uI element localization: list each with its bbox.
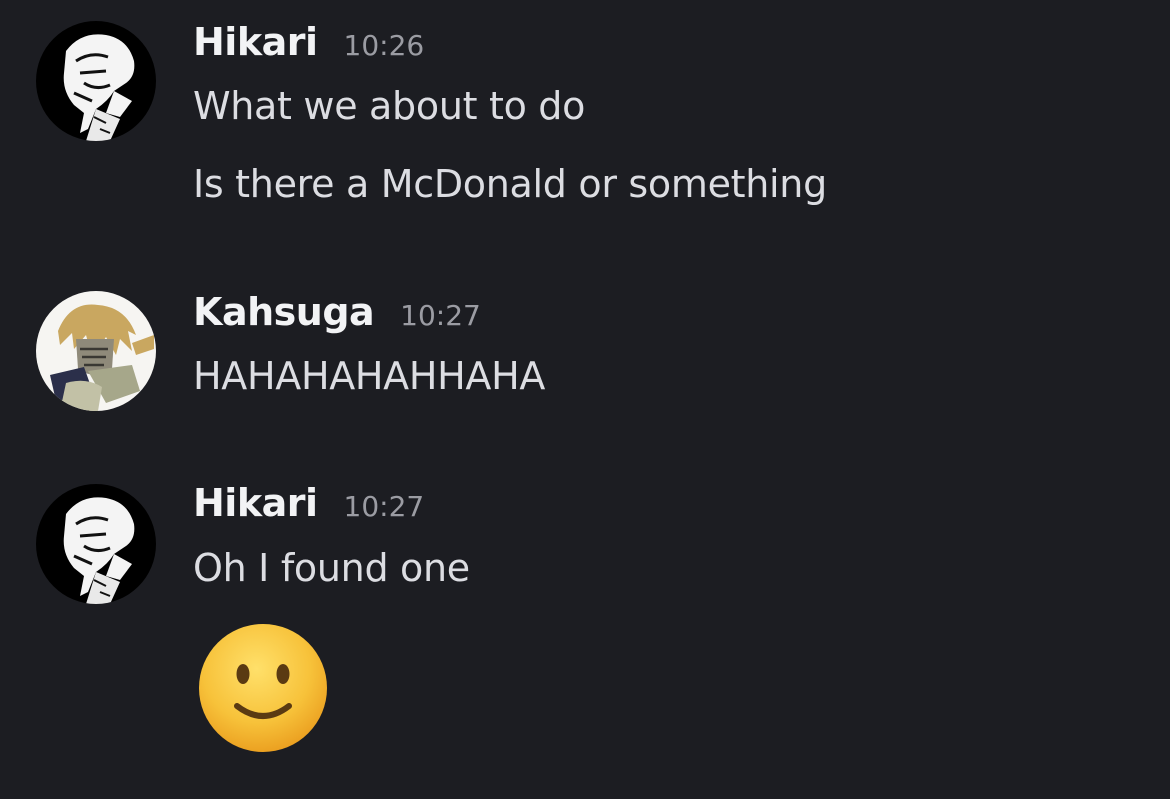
message-text: Is there a McDonald or something (193, 162, 827, 206)
username[interactable]: Kahsuga (193, 290, 375, 334)
avatar[interactable] (36, 21, 156, 141)
message-header: Kahsuga 10:27 (193, 290, 481, 340)
message-text: Oh I found one (193, 546, 470, 590)
username[interactable]: Hikari (193, 20, 318, 64)
avatar[interactable] (36, 484, 156, 604)
avatar-kahsuga-icon (36, 291, 156, 411)
slightly-smiling-face-icon (197, 622, 329, 754)
avatar[interactable] (36, 291, 156, 411)
timestamp: 10:27 (400, 299, 481, 332)
timestamp: 10:26 (343, 29, 425, 62)
message-header: Hikari 10:27 (193, 481, 424, 531)
message-text: What we about to do (193, 84, 586, 128)
message-text: HAHAHAHAHHAHA (193, 354, 546, 398)
avatar-hikari-icon (36, 21, 156, 141)
timestamp: 10:27 (343, 490, 425, 523)
chat-message-list: Hikari 10:26 What we about to do Is ther… (0, 0, 1170, 799)
username[interactable]: Hikari (193, 481, 318, 525)
message-header: Hikari 10:26 (193, 20, 424, 70)
avatar-hikari-icon (36, 484, 156, 604)
